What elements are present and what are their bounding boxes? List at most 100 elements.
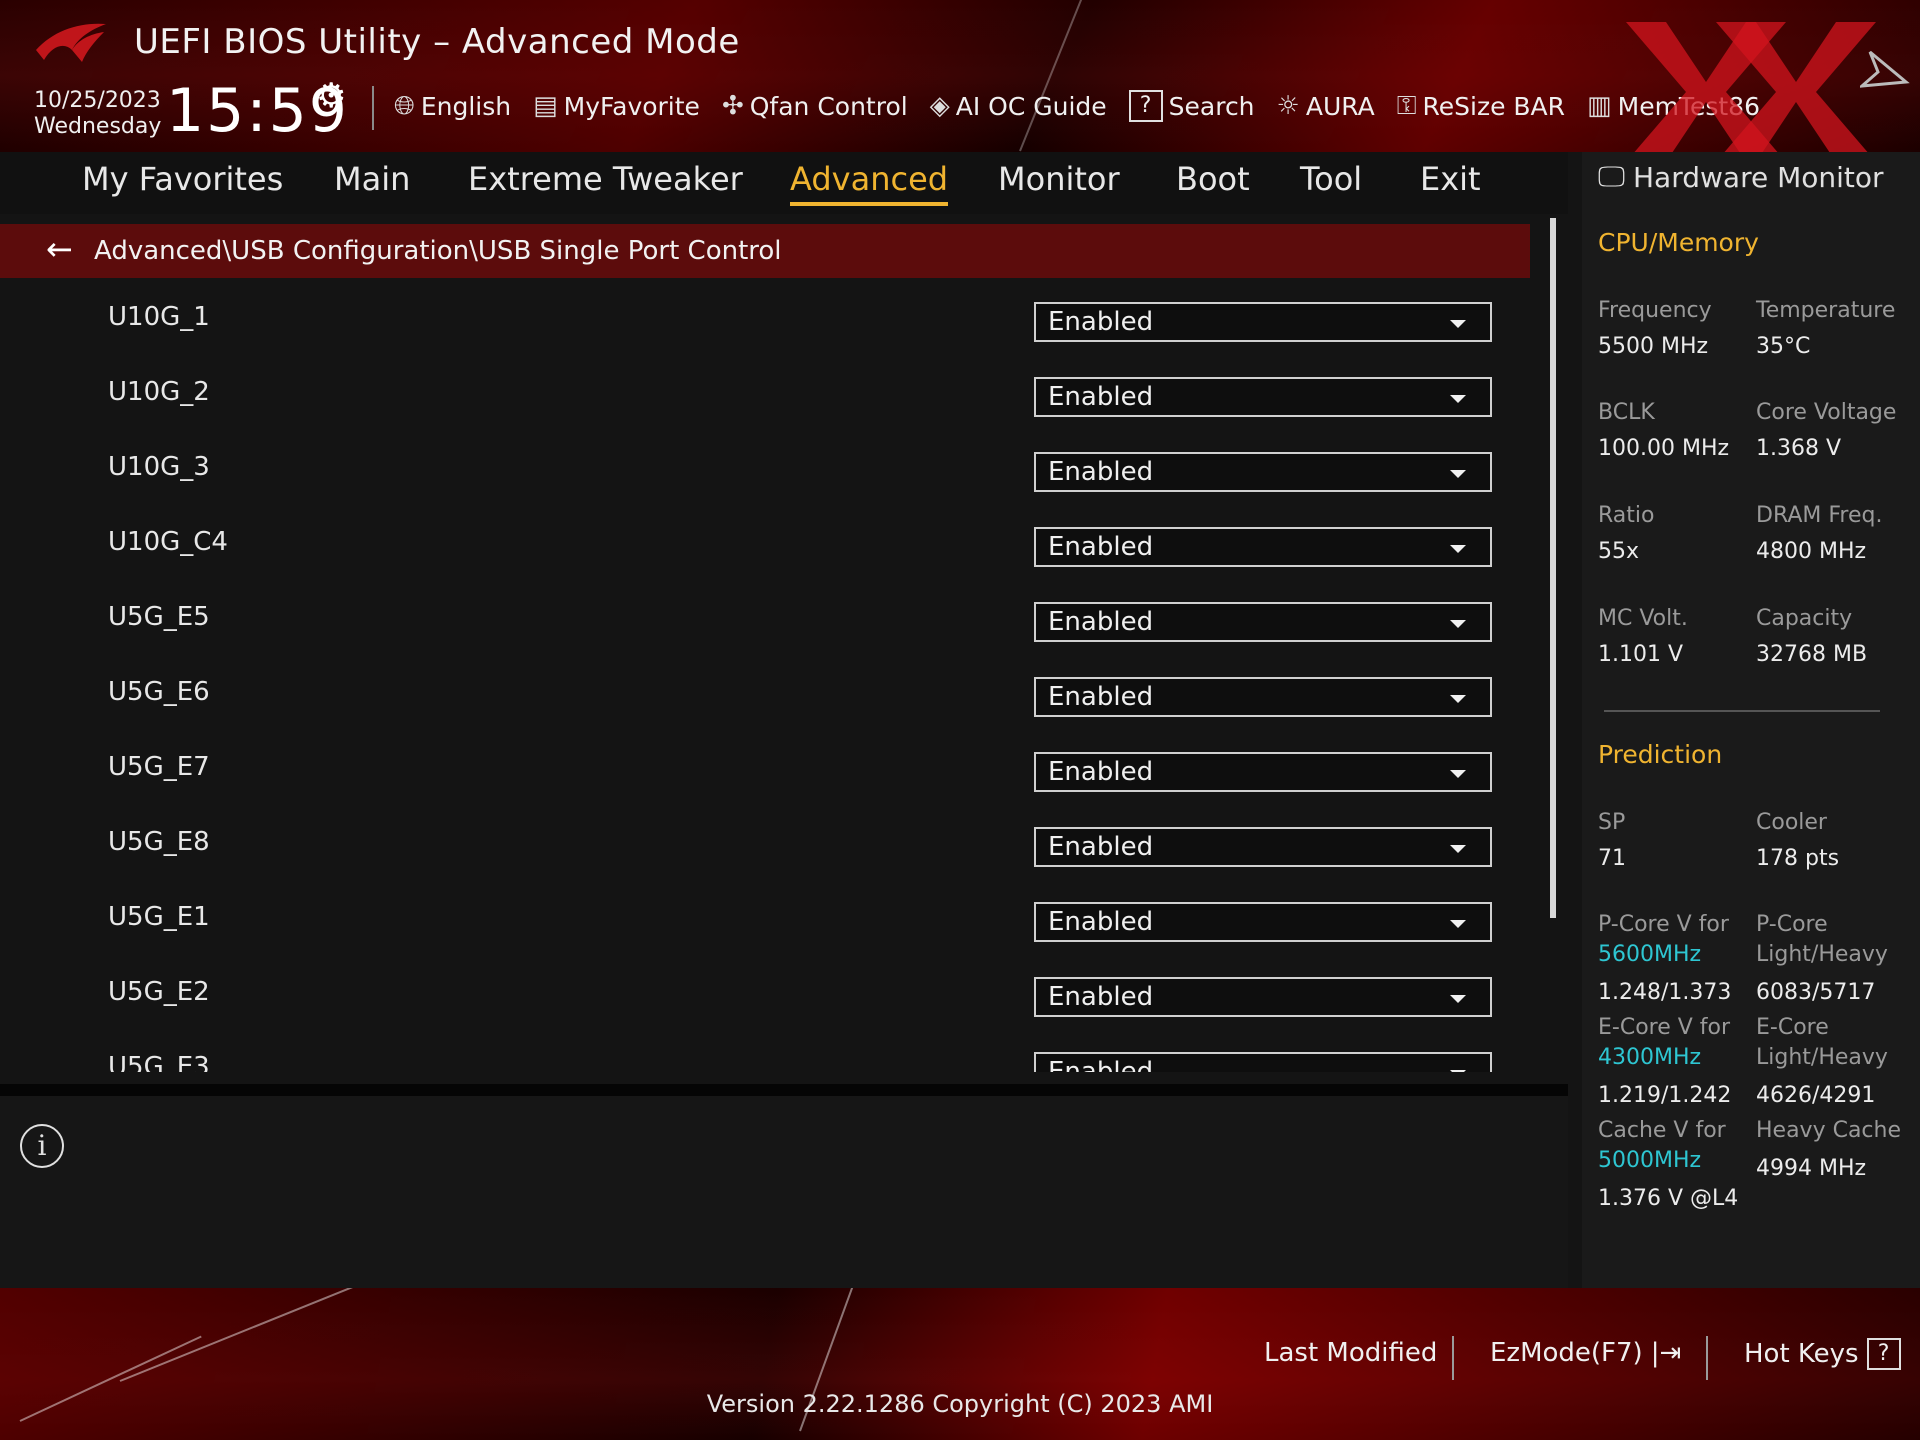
tab-extreme-tweaker[interactable]: Extreme Tweaker xyxy=(468,160,743,198)
setting-row: U10G_2 Enabled xyxy=(0,357,1530,432)
setting-row: U5G_E8 Enabled xyxy=(0,807,1530,882)
setting-dropdown[interactable]: Enabled xyxy=(1034,452,1492,492)
temperature-label: Temperature xyxy=(1756,298,1896,323)
tab-boot[interactable]: Boot xyxy=(1176,160,1250,198)
tab-monitor[interactable]: Monitor xyxy=(998,160,1120,198)
hw-section-divider xyxy=(1604,710,1880,712)
language-label: English xyxy=(420,91,512,121)
footer-divider xyxy=(1706,1336,1708,1380)
pcore-v-label: P-Core V for xyxy=(1598,912,1729,937)
setting-label: U10G_2 xyxy=(108,377,210,407)
aura-label: AURA xyxy=(1305,91,1375,121)
tab-tool[interactable]: Tool xyxy=(1300,160,1362,198)
ezmode-button[interactable]: EzMode(F7) |⇥ xyxy=(1490,1338,1681,1368)
scrollbar[interactable] xyxy=(1550,218,1556,918)
dropdown-arrow-icon xyxy=(1450,770,1466,778)
resize-bar-button[interactable]: ⚿ ReSize BAR xyxy=(1397,91,1565,122)
ai-chip-icon: ◈ xyxy=(929,91,950,121)
pcore-v-value: 1.248/1.373 xyxy=(1598,980,1732,1005)
dropdown-arrow-icon xyxy=(1450,920,1466,928)
last-modified-button[interactable]: Last Modified xyxy=(1264,1338,1437,1368)
tab-my-favorites[interactable]: My Favorites xyxy=(82,160,283,198)
pcore-lh-value: 6083/5717 xyxy=(1756,980,1876,1005)
myfavorite-label: MyFavorite xyxy=(563,91,700,121)
tab-advanced[interactable]: Advanced xyxy=(790,160,949,206)
setting-dropdown[interactable]: Enabled xyxy=(1034,827,1492,867)
ecore-v-value: 1.219/1.242 xyxy=(1598,1083,1732,1108)
setting-dropdown[interactable]: Enabled xyxy=(1034,302,1492,342)
dram-freq-value: 4800 MHz xyxy=(1756,539,1867,564)
setting-label: U10G_C4 xyxy=(108,527,228,557)
myfavorite-button[interactable]: ▤ MyFavorite xyxy=(533,91,700,121)
setting-row: U5G_E1 Enabled xyxy=(0,882,1530,957)
setting-label: U5G_E1 xyxy=(108,902,210,932)
language-button[interactable]: 🌐︎ English xyxy=(394,91,511,122)
setting-dropdown[interactable]: Enabled xyxy=(1034,527,1492,567)
question-box-icon: ? xyxy=(1866,1338,1901,1370)
setting-row: U10G_3 Enabled xyxy=(0,432,1530,507)
temperature-value: 35°C xyxy=(1756,334,1811,359)
dropdown-arrow-icon xyxy=(1450,995,1466,1003)
cache-v-label: Cache V for xyxy=(1598,1118,1726,1143)
tab-exit[interactable]: Exit xyxy=(1420,160,1481,198)
setting-dropdown[interactable]: Enabled xyxy=(1034,377,1492,417)
qfan-label: Qfan Control xyxy=(749,91,908,121)
setting-dropdown[interactable]: Enabled xyxy=(1034,677,1492,717)
aura-button[interactable]: ☼ AURA xyxy=(1277,91,1375,121)
prediction-heading: Prediction xyxy=(1598,740,1723,769)
back-arrow-icon[interactable]: ← xyxy=(46,230,73,268)
dropdown-arrow-icon xyxy=(1450,545,1466,553)
dropdown-value: Enabled xyxy=(1048,682,1154,712)
resize-bar-label: ReSize BAR xyxy=(1422,91,1566,121)
search-button[interactable]: ? Search xyxy=(1128,90,1255,122)
aura-light-icon: ☼ xyxy=(1276,91,1300,121)
hot-keys-button[interactable]: Hot Keys ? xyxy=(1744,1338,1901,1370)
footer-divider xyxy=(1452,1336,1454,1380)
monitor-screen-icon: 🖵︎ xyxy=(1598,160,1625,193)
setting-row: U5G_E5 Enabled xyxy=(0,582,1530,657)
breadcrumb-path: Advanced\USB Configuration\USB Single Po… xyxy=(94,236,782,266)
mc-volt-label: MC Volt. xyxy=(1598,606,1688,631)
last-modified-label: Last Modified xyxy=(1264,1338,1438,1368)
sp-label: SP xyxy=(1598,810,1626,835)
exit-arrow-icon: |⇥ xyxy=(1650,1338,1682,1368)
setting-dropdown[interactable]: Enabled xyxy=(1034,602,1492,642)
setting-dropdown[interactable]: Enabled xyxy=(1034,1052,1492,1072)
ezmode-label: EzMode(F7) xyxy=(1490,1338,1643,1368)
tab-main[interactable]: Main xyxy=(334,160,410,198)
setting-dropdown[interactable]: Enabled xyxy=(1034,902,1492,942)
dropdown-value: Enabled xyxy=(1048,1057,1154,1072)
capacity-label: Capacity xyxy=(1756,606,1853,631)
setting-label: U10G_1 xyxy=(108,302,210,332)
setting-row: U5G_E6 Enabled xyxy=(0,657,1530,732)
pcore-v-freq: 5600MHz xyxy=(1598,942,1702,967)
setting-label: U5G_E5 xyxy=(108,602,210,632)
weekday-text: Wednesday xyxy=(34,114,162,139)
setting-dropdown[interactable]: Enabled xyxy=(1034,977,1492,1017)
setting-label: U5G_E3 xyxy=(108,1052,210,1072)
dropdown-value: Enabled xyxy=(1048,607,1154,637)
search-label: Search xyxy=(1168,91,1255,121)
ai-oc-guide-button[interactable]: ◈ AI OC Guide xyxy=(930,91,1107,121)
dropdown-value: Enabled xyxy=(1048,832,1154,862)
setting-row: U5G_E7 Enabled xyxy=(0,732,1530,807)
setting-dropdown[interactable]: Enabled xyxy=(1034,752,1492,792)
memory-icon: ▥ xyxy=(1587,91,1612,121)
version-text: Version 2.22.1286 Copyright (C) 2023 AMI xyxy=(706,1390,1214,1418)
question-box-icon: ? xyxy=(1128,90,1163,122)
setting-label: U5G_E7 xyxy=(108,752,210,782)
setting-label: U5G_E8 xyxy=(108,827,210,857)
ratio-label: Ratio xyxy=(1598,503,1655,528)
setting-label: U5G_E2 xyxy=(108,977,210,1007)
settings-list: U10G_1 Enabled U10G_2 Enabled U10G_3 Ena… xyxy=(0,282,1530,1072)
pcore-lh-label: P-Core xyxy=(1756,912,1828,937)
fan-icon: ✣ xyxy=(721,91,744,121)
cpu-memory-heading: CPU/Memory xyxy=(1598,228,1759,257)
toolbar: 🌐︎ English ▤ MyFavorite ✣ Qfan Control ◈… xyxy=(394,86,1760,126)
mouse-cursor-icon xyxy=(1860,50,1910,88)
hardware-monitor-label: Hardware Monitor xyxy=(1633,160,1884,194)
qfan-control-button[interactable]: ✣ Qfan Control xyxy=(722,91,908,121)
hardware-monitor-title[interactable]: 🖵︎ Hardware Monitor xyxy=(1598,160,1884,194)
settings-gear-icon[interactable]: ⚙ xyxy=(316,76,346,116)
heavy-cache-label: Heavy Cache xyxy=(1756,1118,1902,1143)
